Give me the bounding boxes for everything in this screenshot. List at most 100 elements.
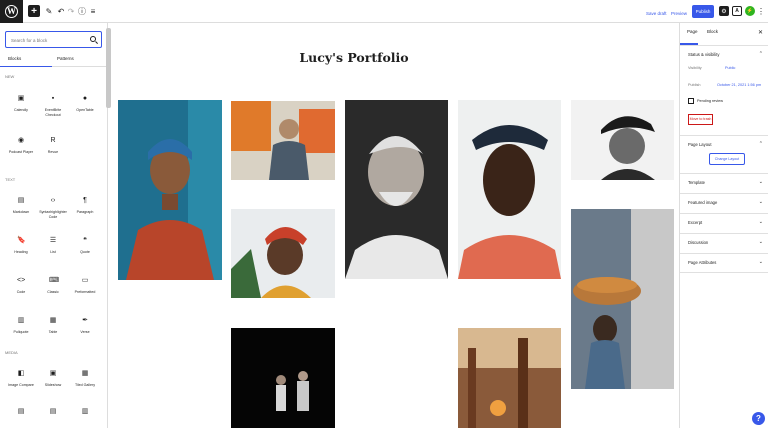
block-opentable[interactable]: ● OpenTable — [70, 95, 100, 125]
publish-label: Publish — [688, 83, 701, 87]
paragraph-icon: ¶ — [83, 197, 87, 204]
jetpack-icon[interactable]: ⚡ — [745, 6, 755, 16]
tab-block[interactable]: Block — [707, 29, 718, 34]
editor-canvas: Lucy's Portfolio — [112, 23, 679, 428]
gallery-image-man-cap-bw[interactable] — [571, 100, 674, 180]
section-featured-image: Featured image ⌄ — [680, 193, 768, 213]
block-media-more-2[interactable]: ▤ — [38, 408, 68, 428]
pullquote-icon: ▥ — [17, 317, 25, 324]
block-syntaxhighlighter[interactable]: ‹› Syntaxhighlighter Code — [38, 197, 68, 227]
category-new: NEW — [5, 74, 15, 79]
change-layout-button[interactable]: Change Layout — [709, 153, 745, 165]
chevron-down-icon[interactable]: ⌄ — [759, 199, 763, 205]
page-title[interactable]: Lucy's Portfolio — [112, 50, 596, 65]
block-revue[interactable]: R Revue — [38, 137, 68, 167]
gallery-image-market-stall[interactable] — [458, 328, 561, 428]
media-icon: ▥ — [81, 408, 89, 415]
eventbrite-icon: ▪ — [51, 95, 55, 102]
block-quote[interactable]: ❝ Quote — [70, 237, 100, 267]
table-icon: ▦ — [49, 317, 57, 324]
move-to-trash-button[interactable]: Move to trash — [688, 114, 713, 125]
settings-sidebar: Page Block ✕ Status & visibility ⌃ Visib… — [679, 23, 768, 428]
visibility-label: Visibility — [688, 66, 702, 70]
block-pullquote[interactable]: ▥ Pullquote — [6, 317, 36, 347]
block-image-compare[interactable]: ◧ Image Compare — [6, 370, 36, 400]
block-verse[interactable]: ✒ Verse — [70, 317, 100, 347]
block-search-input[interactable]: Search for a block — [5, 31, 102, 48]
code-icon: <> — [17, 277, 26, 284]
markdown-icon: ▤ — [17, 197, 25, 204]
slideshow-icon: ▣ — [49, 370, 57, 377]
preview-button[interactable]: Preview — [671, 8, 687, 19]
undo-icon[interactable]: ↶ — [56, 6, 66, 17]
block-calendly[interactable]: ▣ Calendly — [6, 95, 36, 125]
block-editor: W + ✎ ↶ ↷ ⓘ ≡ Save draft Preview Publish… — [0, 0, 768, 428]
more-options-icon[interactable]: ⋮ — [757, 6, 765, 17]
block-list[interactable]: ☰ List — [38, 237, 68, 267]
heading-icon: 🔖 — [17, 237, 26, 244]
chevron-down-icon[interactable]: ⌄ — [759, 239, 763, 245]
save-draft-button[interactable]: Save draft — [646, 8, 667, 19]
list-view-icon[interactable]: ≡ — [88, 6, 98, 17]
code-brackets-icon: ‹› — [50, 197, 56, 204]
info-icon[interactable]: ⓘ — [77, 6, 87, 17]
block-heading[interactable]: 🔖 Heading — [6, 237, 36, 267]
block-markdown[interactable]: ▤ Markdown — [6, 197, 36, 227]
image-compare-icon: ◧ — [17, 370, 25, 377]
section-page-attributes: Page Attributes ⌄ — [680, 253, 768, 273]
section-discussion: Discussion ⌄ — [680, 233, 768, 253]
category-text: TEXT — [5, 177, 16, 182]
gallery-image-old-man-white-hair[interactable] — [345, 100, 448, 279]
gallery-image-woman-blue-scarf[interactable] — [118, 100, 222, 280]
block-classic[interactable]: ⌨ Classic — [38, 277, 68, 307]
publish-button[interactable]: Publish — [692, 5, 714, 18]
gallery-image-man-painting[interactable] — [231, 101, 335, 180]
tab-blocks[interactable]: Blocks — [8, 56, 21, 61]
chevron-up-icon[interactable]: ⌃ — [759, 141, 763, 147]
list-icon: ☰ — [49, 237, 57, 244]
block-code[interactable]: <> Code — [6, 277, 36, 307]
edit-tools-icon[interactable]: ✎ — [44, 6, 54, 17]
inserter-scrollbar[interactable] — [106, 28, 111, 108]
gallery-image-men-dark[interactable] — [231, 328, 335, 428]
block-table[interactable]: ▦ Table — [38, 317, 68, 347]
tab-page[interactable]: Page — [687, 29, 698, 34]
section-template: Template ⌄ — [680, 173, 768, 193]
help-icon[interactable]: ? — [752, 412, 765, 425]
redo-icon[interactable]: ↷ — [66, 6, 76, 17]
gallery-image-woman-basket[interactable] — [571, 209, 674, 389]
block-tiled-gallery[interactable]: ▦ Tiled Gallery — [70, 370, 100, 400]
chevron-up-icon[interactable]: ⌃ — [759, 51, 763, 57]
close-icon[interactable]: ✕ — [758, 29, 763, 36]
pending-review-label: Pending review — [697, 99, 723, 103]
tab-patterns[interactable]: Patterns — [57, 56, 74, 61]
publish-date-value[interactable]: October 21, 2021 1:56 pm — [717, 83, 761, 87]
settings-gear-icon[interactable]: ⚙ — [719, 6, 729, 16]
wordpress-logo-icon[interactable]: W — [0, 0, 23, 23]
section-excerpt: Excerpt ⌄ — [680, 213, 768, 233]
block-preformatted[interactable]: ▭ Preformatted — [70, 277, 100, 307]
top-toolbar: W + ✎ ↶ ↷ ⓘ ≡ Save draft Preview Publish… — [0, 0, 768, 23]
block-slideshow[interactable]: ▣ Slideshow — [38, 370, 68, 400]
gallery-image-young-man-cap[interactable] — [458, 100, 561, 279]
revue-icon: R — [50, 137, 56, 144]
jetpack-a-icon[interactable]: A — [732, 6, 742, 16]
add-block-button[interactable]: + — [28, 5, 40, 17]
block-podcast-player[interactable]: ◉ Podcast Player — [6, 137, 36, 167]
block-inserter-panel: Search for a block Blocks Patterns NEW ▣… — [0, 23, 108, 428]
chevron-down-icon[interactable]: ⌄ — [759, 259, 763, 265]
block-eventbrite[interactable]: ▪ EventBrite Checkout — [38, 95, 68, 125]
pending-review-checkbox[interactable] — [688, 98, 694, 104]
chevron-down-icon[interactable]: ⌄ — [759, 219, 763, 225]
inserter-tabs: Blocks Patterns — [0, 53, 107, 67]
quote-icon: ❝ — [83, 237, 87, 244]
verse-icon: ✒ — [82, 317, 88, 324]
block-media-more-1[interactable]: ▤ — [6, 408, 36, 428]
keyboard-icon: ⌨ — [49, 277, 60, 284]
block-media-more-3[interactable]: ▥ — [70, 408, 100, 428]
visibility-value[interactable]: Public — [725, 66, 735, 70]
media-icon: ▤ — [49, 408, 57, 415]
chevron-down-icon[interactable]: ⌄ — [759, 179, 763, 185]
block-paragraph[interactable]: ¶ Paragraph — [70, 197, 100, 227]
gallery-image-woman-headscarf[interactable] — [231, 209, 335, 298]
